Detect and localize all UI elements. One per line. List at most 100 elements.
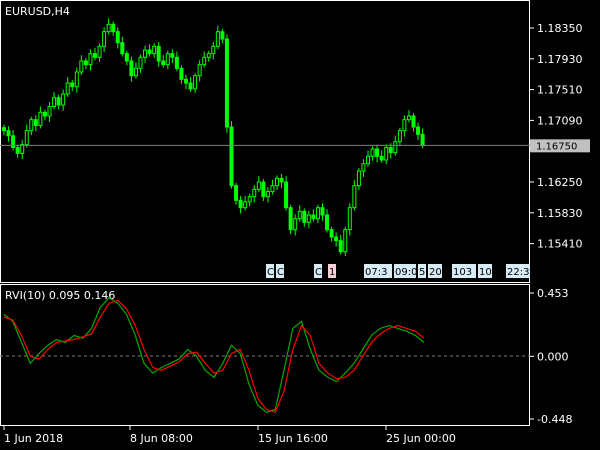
- rvi-tick-label: 0.453: [537, 287, 569, 300]
- candle-body: [238, 199, 243, 209]
- price-tick-label: 1.15830: [537, 207, 583, 220]
- candle-body: [65, 82, 70, 95]
- event-tag-label: 10: [479, 267, 492, 278]
- candle-body: [184, 78, 188, 84]
- price-tick-label: 1.17510: [537, 84, 583, 97]
- candle-body: [288, 207, 293, 231]
- time-tick-label: 15 Jun 16:00: [258, 432, 328, 445]
- candle-body: [215, 31, 220, 47]
- candle-body: [243, 201, 248, 209]
- candle-body: [138, 56, 143, 69]
- time-tick-label: 8 Jun 08:00: [130, 432, 193, 445]
- candle-body: [297, 210, 302, 220]
- candle-body: [293, 218, 298, 231]
- candle-body: [261, 181, 266, 198]
- candle-body: [133, 67, 138, 77]
- candle-body: [284, 181, 289, 209]
- candle-body: [79, 60, 84, 73]
- rvi-tick-label: -0.448: [537, 413, 572, 426]
- candle-body: [397, 130, 402, 143]
- candle-body: [102, 31, 107, 47]
- candle-body: [329, 229, 334, 238]
- candle-body: [29, 119, 34, 132]
- candle-body: [106, 23, 111, 33]
- candle-body: [38, 111, 43, 127]
- candle-body: [56, 97, 61, 106]
- candle-body: [234, 185, 239, 201]
- candle-body: [115, 31, 120, 44]
- candle-body: [306, 214, 311, 223]
- candle-body: [161, 60, 166, 66]
- candle-body: [334, 236, 339, 242]
- event-tag-label: 09:0: [395, 267, 417, 278]
- candle-body: [70, 82, 75, 88]
- candle-body: [15, 147, 20, 154]
- candle-body: [211, 45, 216, 55]
- chart-canvas[interactable]: EURUSD,H4 RVI(10) 0.095 0.146 1.18350 1.1…: [0, 0, 600, 450]
- candle-body: [165, 53, 170, 66]
- candle-body: [302, 210, 307, 223]
- indicator-title: RVI(10) 0.095 0.146: [5, 289, 115, 302]
- candle-body: [229, 126, 234, 187]
- candle-body: [97, 45, 102, 58]
- candle-body: [6, 130, 11, 137]
- candle-body: [202, 56, 207, 66]
- candle-body: [42, 111, 47, 117]
- candle-body: [156, 45, 161, 62]
- candle-body: [375, 148, 380, 157]
- candle-body: [388, 147, 393, 154]
- event-tag-label: 07:3: [365, 267, 387, 278]
- candle-body: [361, 163, 366, 172]
- candle-body: [20, 144, 25, 154]
- candle-body: [93, 53, 97, 58]
- candle-body: [393, 141, 398, 154]
- candle-body: [252, 188, 257, 198]
- candle-body: [152, 45, 157, 55]
- candle-body: [83, 60, 88, 66]
- candle-body: [315, 207, 320, 220]
- price-tick-label: 1.18350: [537, 22, 583, 35]
- candle-body: [379, 155, 384, 161]
- candle-body: [147, 49, 152, 55]
- candle-body: [356, 170, 361, 187]
- candle-body: [311, 214, 316, 220]
- candle-body: [179, 67, 184, 80]
- candle-body: [120, 42, 125, 55]
- candle-body: [220, 31, 225, 40]
- event-tag-label: 1: [329, 267, 335, 278]
- candle-body: [279, 177, 284, 183]
- time-tick-label: 25 Jun 00:00: [386, 432, 456, 445]
- event-tag-label: C: [315, 267, 322, 278]
- candle-body: [275, 177, 279, 187]
- candle-body: [384, 147, 389, 161]
- current-price-label: 1.16750: [536, 141, 577, 152]
- price-tick-label: 1.17930: [537, 53, 583, 66]
- candle-body: [2, 127, 6, 132]
- candle-body: [88, 53, 93, 66]
- price-tick-label: 1.17090: [537, 114, 583, 127]
- candle-body: [320, 207, 325, 216]
- candle-body: [347, 207, 352, 231]
- candle-body: [33, 119, 38, 127]
- candle-body: [111, 23, 116, 33]
- candle-body: [52, 97, 57, 107]
- rvi-tick-label: 0.000: [537, 350, 569, 363]
- candle-body: [411, 115, 416, 128]
- candle-body: [24, 130, 29, 146]
- candle-body: [224, 38, 229, 128]
- candle-body: [416, 126, 421, 135]
- candle-body: [366, 155, 370, 165]
- candle-body: [124, 53, 129, 62]
- candle-body: [265, 191, 270, 198]
- candle-body: [325, 214, 330, 231]
- event-tag-label: 22:3: [507, 267, 529, 278]
- candle-body: [370, 148, 375, 157]
- event-tag-label: 20: [429, 267, 442, 278]
- event-tag-label: 103: [453, 267, 472, 278]
- candle-body: [343, 229, 348, 253]
- candle-body: [74, 71, 79, 88]
- candle-body: [352, 185, 357, 209]
- candle-body: [143, 49, 148, 58]
- event-tag-label: C: [277, 267, 284, 278]
- candle-body: [406, 115, 411, 121]
